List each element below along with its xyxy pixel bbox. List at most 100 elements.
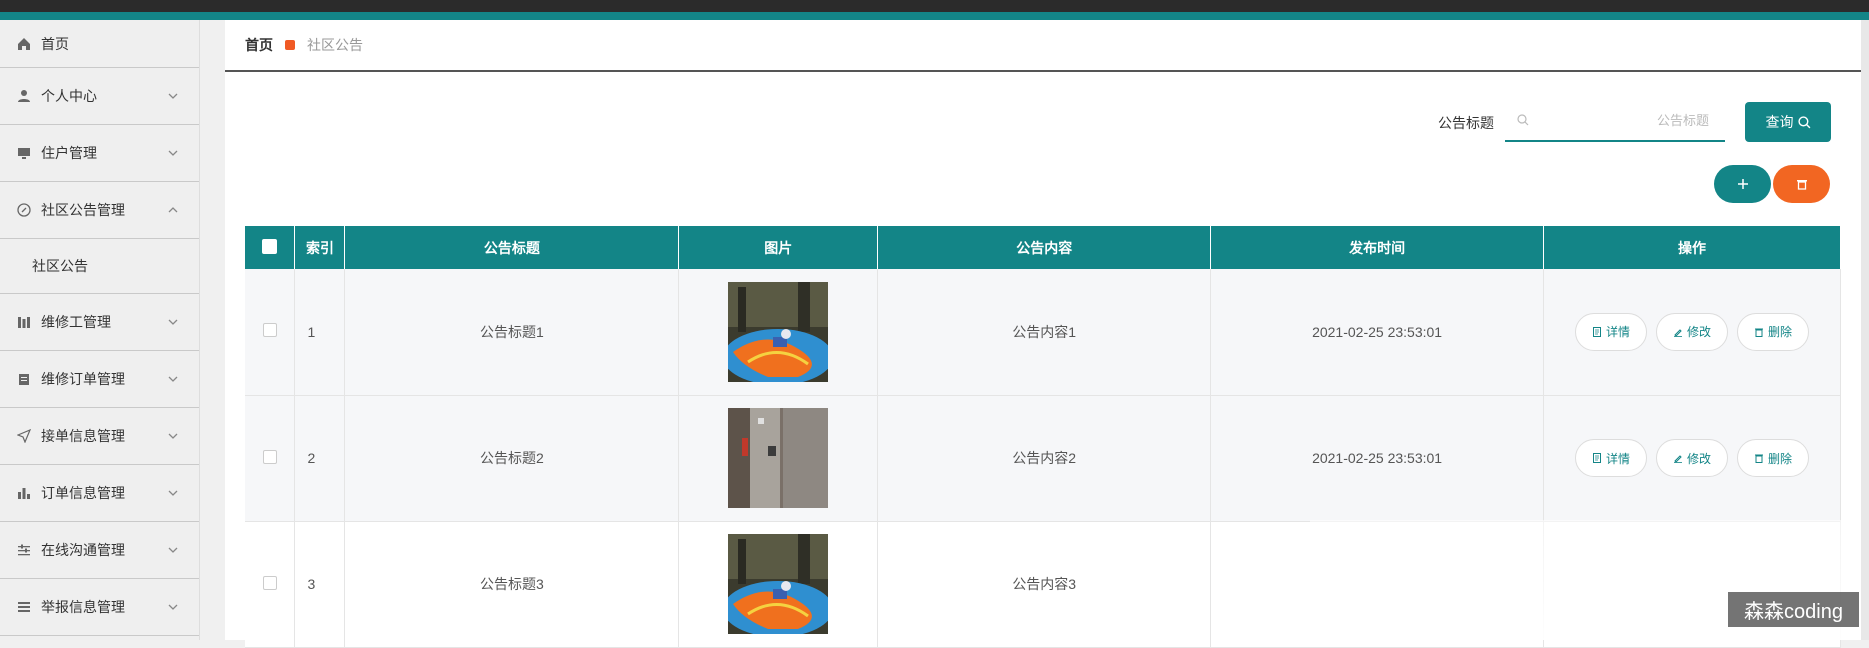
chevron-up-icon (168, 207, 178, 213)
elevator-image[interactable] (728, 408, 829, 508)
chevron-down-icon (168, 604, 178, 610)
search-field (1505, 100, 1725, 142)
playground-image[interactable] (728, 281, 829, 382)
row-title: 公告标题2 (344, 395, 680, 522)
sidebar-item-online-chat[interactable]: 在线沟通管理 (0, 522, 199, 579)
sidebar-item-accept-order[interactable]: 接单信息管理 (0, 408, 199, 465)
row-content: 公告内容1 (877, 269, 1212, 396)
sidebar-subitem-label: 社区公告 (32, 258, 88, 274)
search-label: 公告标题 (1438, 115, 1494, 131)
user-icon (16, 88, 32, 104)
compass-icon (16, 202, 32, 218)
document-icon (1592, 453, 1601, 463)
edit-button[interactable]: 修改 (1656, 439, 1728, 477)
row-index: 1 (294, 269, 346, 396)
column-header-time: 发布时间 (1210, 226, 1545, 269)
row-image-cell (678, 521, 879, 648)
trash-icon (1754, 328, 1763, 337)
delete-button[interactable]: 删除 (1737, 439, 1809, 477)
search-input[interactable] (1505, 100, 1725, 140)
detail-label: 详情 (1605, 451, 1630, 466)
edit-label: 修改 (1686, 451, 1711, 466)
add-button[interactable] (1714, 165, 1771, 203)
edit-button[interactable]: 修改 (1656, 312, 1728, 351)
chevron-down-icon (168, 433, 178, 439)
sidebar-item-label: 社区公告管理 (41, 202, 125, 218)
plus-icon (1737, 179, 1748, 189)
select-all-cell (245, 226, 296, 269)
row-time: 2021-02-25 23:53:01 (1210, 395, 1545, 522)
column-header-actions: 操作 (1543, 226, 1841, 269)
batch-delete-button[interactable] (1773, 165, 1830, 203)
delete-label: 删除 (1767, 451, 1792, 466)
sidebar-item-label: 首页 (41, 35, 69, 52)
pencil-icon (1673, 329, 1682, 337)
chevron-down-icon (168, 547, 178, 553)
sidebar-item-label: 接单信息管理 (41, 428, 125, 444)
row-content: 公告内容2 (877, 395, 1212, 522)
monitor-icon (16, 145, 32, 161)
chevron-down-icon (168, 93, 178, 99)
row-image-cell (678, 269, 879, 396)
delete-button[interactable]: 删除 (1737, 312, 1809, 351)
detail-button[interactable]: 详情 (1575, 439, 1647, 477)
sidebar-item-order-info[interactable]: 订单信息管理 (0, 465, 199, 522)
sidebar-item-repair-order[interactable]: 维修订单管理 (0, 351, 199, 408)
chevron-down-icon (168, 376, 178, 382)
row-index: 3 (294, 521, 346, 648)
sidebar-item-repairman[interactable]: 维修工管理 (0, 294, 199, 351)
detail-button[interactable]: 详情 (1575, 312, 1647, 351)
bar-chart-icon (16, 485, 32, 501)
sidebar-item-label: 订单信息管理 (41, 485, 125, 501)
breadcrumb-home[interactable]: 首页 (245, 35, 273, 55)
top-accent-bar (0, 12, 1869, 20)
pencil-icon (1673, 455, 1682, 463)
watermark: 森森coding (1728, 592, 1859, 627)
sidebar-item-label: 维修工管理 (41, 314, 111, 330)
list-icon (16, 599, 32, 615)
row-index: 2 (294, 395, 346, 522)
edit-label: 修改 (1686, 325, 1711, 340)
select-all-checkbox[interactable] (262, 238, 278, 254)
trash-icon (1754, 454, 1763, 463)
sidebar-item-label: 举报信息管理 (41, 599, 125, 615)
sidebar-item-report[interactable]: 举报信息管理 (0, 579, 199, 636)
columns-icon (16, 314, 32, 330)
row-actions: 详情 修改 删除 (1543, 269, 1841, 396)
page-scrollbar[interactable] (1861, 20, 1869, 640)
column-header-index: 索引 (294, 226, 346, 269)
home-icon (16, 36, 32, 52)
sidebar-item-personal-center[interactable]: 个人中心 (0, 68, 199, 125)
sidebar-item-home[interactable]: 首页 (0, 20, 199, 68)
sidebar-item-label: 维修订单管理 (41, 371, 125, 387)
search-icon (1517, 114, 1529, 126)
sidebar-subitem-announcement[interactable]: 社区公告 (0, 239, 199, 294)
table-row: 1 公告标题1 公告内容1 2021-02-25 23:53:01 详情 修改 … (245, 269, 1841, 396)
breadcrumb-separator-icon (285, 40, 295, 50)
row-checkbox[interactable] (262, 323, 277, 338)
send-icon (16, 428, 32, 444)
row-title: 公告标题3 (344, 521, 680, 648)
sidebar-item-announcement-mgmt[interactable]: 社区公告管理 (0, 182, 199, 239)
row-actions: 详情 修改 删除 (1543, 395, 1841, 522)
playground-image[interactable] (728, 534, 829, 634)
clipboard-icon (16, 371, 32, 387)
query-button[interactable]: 查询 (1745, 102, 1831, 142)
top-bar (0, 0, 1869, 12)
chevron-down-icon (168, 150, 178, 156)
trash-icon (1796, 180, 1807, 190)
row-time: 2021-02-25 23:53:01 (1210, 269, 1545, 396)
sidebar-item-label: 在线沟通管理 (41, 542, 125, 558)
delete-label: 删除 (1767, 325, 1792, 340)
search-icon (1797, 115, 1810, 128)
column-header-image: 图片 (678, 226, 879, 269)
document-icon (1592, 326, 1601, 337)
detail-label: 详情 (1605, 325, 1630, 340)
sidebar-item-label: 个人中心 (41, 88, 97, 104)
row-checkbox[interactable] (262, 449, 277, 464)
sidebar: 首页 个人中心 住户管理 社区公告管理 社区公告 维修工管理 维修订单管理 接单… (0, 20, 200, 640)
sidebar-item-resident[interactable]: 住户管理 (0, 125, 199, 182)
row-checkbox[interactable] (262, 575, 277, 590)
chevron-down-icon (168, 319, 178, 325)
sidebar-item-label: 住户管理 (41, 145, 97, 161)
